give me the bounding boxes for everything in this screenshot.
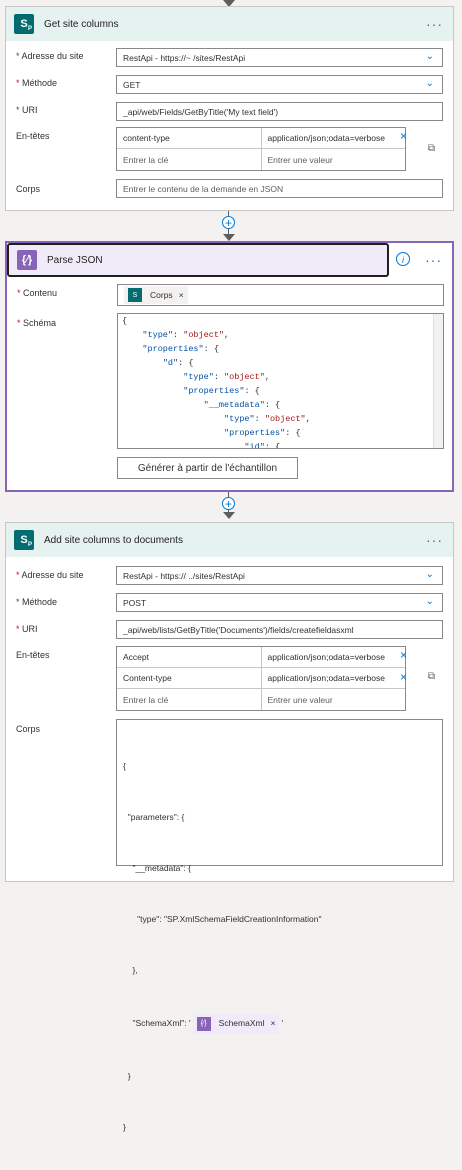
dynamic-token-corps[interactable]: S Corps × xyxy=(124,286,188,304)
remove-token-icon[interactable]: × xyxy=(179,290,184,300)
dynamic-token-schemaxml[interactable]: {∕} SchemaXml × xyxy=(192,1013,280,1034)
switch-to-text-mode-icon[interactable]: ⧉ xyxy=(428,671,435,682)
body-input[interactable]: Entrer le contenu de la demande en JSON xyxy=(116,179,443,198)
more-options-icon[interactable]: ··· xyxy=(426,16,443,32)
card-title: Parse JSON xyxy=(47,254,103,266)
body-line: "parameters": { xyxy=(123,812,185,822)
chevron-down-icon: ⌄ xyxy=(425,596,434,607)
header-row: Content-type application/json;odata=verb… xyxy=(117,668,405,689)
more-options-icon[interactable]: ··· xyxy=(425,252,442,268)
switch-to-text-mode-icon[interactable]: ⧉ xyxy=(428,143,435,154)
method-label: * Méthode xyxy=(16,78,58,88)
body-line: "__metadata": { xyxy=(123,863,191,873)
method-dropdown[interactable]: POST ⌄ xyxy=(116,593,443,612)
schema-line: "properties": { xyxy=(224,428,301,438)
connector-arrow xyxy=(223,512,235,519)
site-address-dropdown[interactable]: RestApi - https://~ /sites/RestApi ⌄ xyxy=(116,48,443,67)
generate-from-sample-button[interactable]: Générer à partir de l'échantillon xyxy=(117,457,298,479)
sharepoint-icon: SP xyxy=(14,14,34,34)
schema-line: "type": "object", xyxy=(183,372,270,382)
sharepoint-icon: SP xyxy=(14,530,34,550)
site-address-label: * Adresse du site xyxy=(16,570,84,580)
method-dropdown[interactable]: GET ⌄ xyxy=(116,75,443,94)
uri-input[interactable]: _api/web/lists/GetByTitle('Documents')/f… xyxy=(116,620,443,639)
card-header[interactable]: SP Get site columns ··· xyxy=(6,7,453,41)
card-header[interactable]: SP Add site columns to documents ··· xyxy=(6,523,453,557)
body-line: } xyxy=(123,1071,131,1081)
chevron-down-icon: ⌄ xyxy=(425,51,434,62)
header-row: Entrer la clé Entrer une valeur xyxy=(117,689,405,710)
uri-input[interactable]: _api/web/Fields/GetByTitle('My text fiel… xyxy=(116,102,443,121)
action-card-parse-json[interactable]: {∕} Parse JSON i ··· * Contenu S Corps ×… xyxy=(5,241,454,492)
headers-table: content-type application/json;odata=verb… xyxy=(116,127,406,171)
schema-line: "d": { xyxy=(162,358,194,368)
schema-label: * Schéma xyxy=(17,318,57,328)
header-value-input[interactable]: Entrer une valeur xyxy=(260,149,406,170)
remove-token-icon[interactable]: × xyxy=(270,1015,275,1032)
schema-line: "type": "object", xyxy=(142,330,230,340)
card-title: Add site columns to documents xyxy=(44,534,183,546)
delete-header-icon[interactable]: × xyxy=(400,648,407,662)
schema-line: { xyxy=(122,316,128,326)
body-line: }, xyxy=(123,965,138,975)
delete-header-icon[interactable]: × xyxy=(400,129,407,143)
delete-header-icon[interactable]: × xyxy=(400,670,407,684)
content-input[interactable]: S Corps × xyxy=(117,284,444,306)
site-address-label: * Adresse du site xyxy=(16,51,84,61)
body-label: Corps xyxy=(16,184,41,194)
info-icon[interactable]: i xyxy=(396,252,410,266)
action-card-add-site-columns[interactable]: SP Add site columns to documents ··· * A… xyxy=(5,522,454,1132)
header-row: content-type application/json;odata=verb… xyxy=(117,128,405,149)
body-label: Corps xyxy=(16,724,41,734)
header-row: Accept application/json;odata=verbose xyxy=(117,647,405,668)
schema-line: "id": { xyxy=(244,442,281,449)
body-line: } xyxy=(123,1122,126,1132)
header-value-input[interactable]: Entrer une valeur xyxy=(260,689,406,710)
header-key-input[interactable]: Entrer la clé xyxy=(117,689,261,710)
header-key-input[interactable]: Entrer la clé xyxy=(117,149,261,170)
method-label: * Méthode xyxy=(16,597,58,607)
header-row: Entrer la clé Entrer une valeur xyxy=(117,149,405,170)
header-value-input[interactable]: application/json;odata=verbose xyxy=(260,668,406,688)
connector-arrow xyxy=(223,234,235,241)
headers-label: En-têtes xyxy=(16,650,50,660)
action-card-get-site-columns[interactable]: SP Get site columns ··· * Adresse du sit… xyxy=(5,6,454,211)
uri-label: * URI xyxy=(16,624,38,634)
schema-editor[interactable]: { "type": "object", "properties": { "d":… xyxy=(117,313,444,449)
site-address-dropdown[interactable]: RestApi - https:// ../sites/RestApi ⌄ xyxy=(116,566,443,585)
body-line: "SchemaXml": ' {∕} SchemaXml × ' xyxy=(123,1013,436,1034)
add-step-icon[interactable]: + xyxy=(222,216,235,229)
schema-line: "properties": { xyxy=(183,386,260,396)
add-step-icon[interactable]: + xyxy=(222,497,235,510)
header-value-input[interactable]: application/json;odata=verbose xyxy=(260,647,406,667)
more-options-icon[interactable]: ··· xyxy=(426,532,443,548)
parse-json-icon: {∕} xyxy=(17,250,37,270)
chevron-down-icon: ⌄ xyxy=(425,569,434,580)
body-editor[interactable]: { "parameters": { "__metadata": { "type"… xyxy=(116,719,443,1132)
body-line: "type": "SP.XmlSchemaFieldCreationInform… xyxy=(123,914,322,924)
header-key-input[interactable]: content-type xyxy=(117,128,261,148)
chevron-down-icon: ⌄ xyxy=(425,78,434,89)
header-key-input[interactable]: Accept xyxy=(117,647,261,667)
parse-json-icon: {∕} xyxy=(196,1016,211,1031)
card-header[interactable]: {∕} Parse JSON xyxy=(7,243,389,277)
header-value-input[interactable]: application/json;odata=verbose xyxy=(260,128,406,148)
header-key-input[interactable]: Content-type xyxy=(117,668,261,688)
uri-label: * URI xyxy=(16,105,38,115)
schema-line: "type": "object", xyxy=(224,414,311,424)
content-label: * Contenu xyxy=(17,288,58,298)
schema-line: "properties": { xyxy=(142,344,219,354)
card-title: Get site columns xyxy=(44,18,119,30)
schema-line: "__metadata": { xyxy=(203,400,281,410)
body-line: { xyxy=(123,761,126,771)
headers-label: En-têtes xyxy=(16,131,50,141)
headers-table: Accept application/json;odata=verbose Co… xyxy=(116,646,406,711)
scrollbar[interactable] xyxy=(433,314,443,448)
sharepoint-icon: S xyxy=(128,288,142,302)
